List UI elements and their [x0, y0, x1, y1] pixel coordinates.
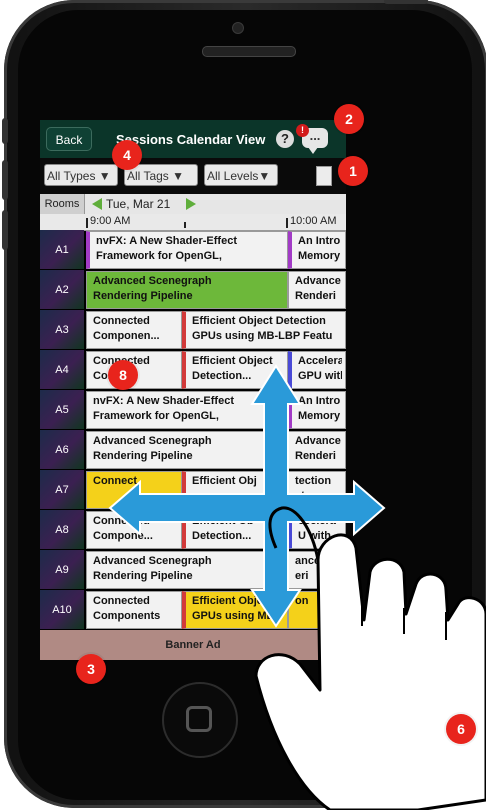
gesture-overlay	[108, 364, 486, 810]
marker-4: 4	[112, 140, 142, 170]
marker-3: 3	[76, 654, 106, 684]
marker-2: 2	[334, 104, 364, 134]
hand-pointer-icon	[254, 506, 486, 810]
marker-6: 6	[446, 714, 476, 744]
marker-1: 1	[338, 156, 368, 186]
marker-8: 8	[108, 360, 138, 390]
